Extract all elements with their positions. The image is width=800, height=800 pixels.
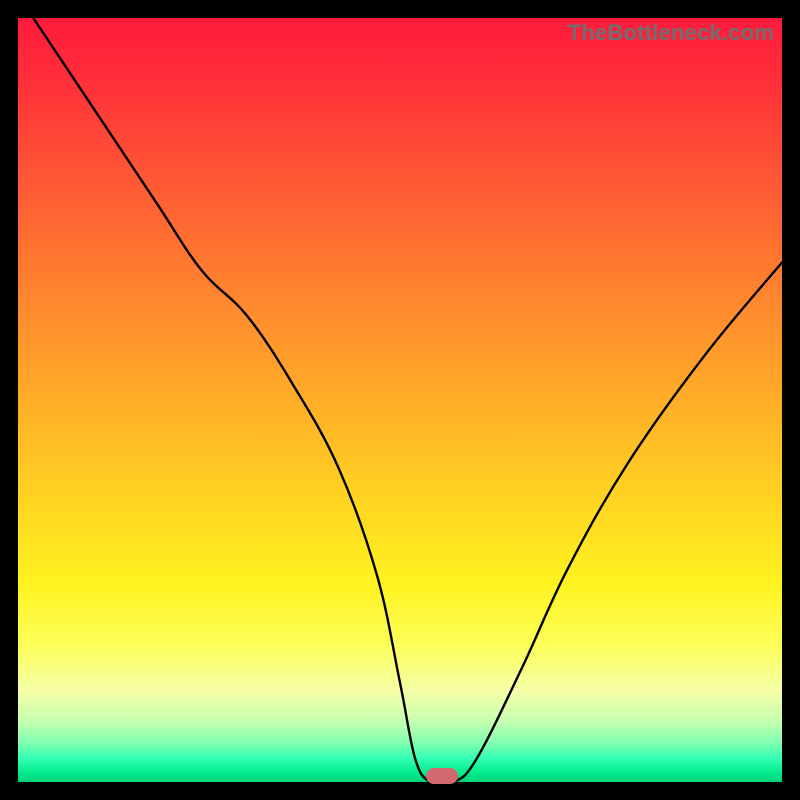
bottleneck-curve — [18, 18, 782, 782]
curve-path — [33, 18, 782, 785]
optimal-marker — [426, 768, 458, 784]
plot-area: TheBottleneck.com — [18, 18, 782, 782]
chart-frame: TheBottleneck.com — [0, 0, 800, 800]
